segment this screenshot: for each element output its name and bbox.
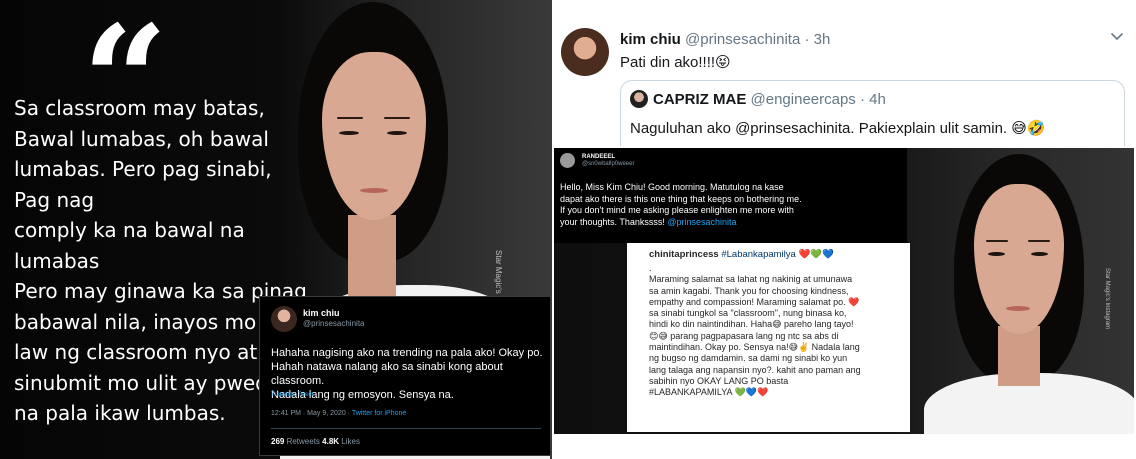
tweet-author-name[interactable]: kim chiu (620, 31, 681, 48)
tweet-author-handle: @prinsesachinita (303, 319, 365, 328)
quoted-tweet-header: CAPRIZ MAE @engineercaps · 4h (653, 91, 886, 108)
tweet-timestamp: 12:41 PM · May 9, 2020 · Twitter for iPh… (271, 410, 406, 417)
eye-right (387, 131, 407, 135)
dm-message: Hello, Miss Kim Chiu! Good morning. Matu… (560, 182, 900, 228)
divider (271, 428, 541, 429)
dm-mention: @prinsesachinita (667, 216, 737, 227)
avatar (630, 90, 648, 108)
translate-tweet-link: Translate Tweet (271, 392, 314, 398)
brow-left (337, 117, 363, 119)
tweet-time[interactable]: 3h (814, 31, 831, 48)
eye-left (339, 131, 359, 135)
tweet-stats: 269 Retweets 4.8K Likes (271, 437, 360, 446)
eye-right (1031, 252, 1048, 256)
heart-emojis: 💚💙❤️ (734, 387, 769, 398)
avatar (271, 306, 297, 332)
tweet-source: Twitter for iPhone (351, 410, 407, 417)
separator-dot: · (800, 31, 814, 48)
avatar (560, 153, 575, 168)
dm-sender-name: RANDEEEL (582, 154, 616, 160)
chevron-down-icon[interactable] (1110, 29, 1124, 43)
heart-emojis: ❤️💚💙 (798, 249, 834, 260)
likes-label: Likes (339, 437, 360, 446)
retweet-count: 269 (271, 437, 285, 446)
brow-right (1028, 240, 1050, 242)
like-count: 4.8K (322, 437, 340, 446)
instagram-username: chinitaprincess (649, 249, 719, 260)
tweet-text: Pati din ako!!!!😝 (620, 54, 731, 71)
separator-dot: · (855, 91, 870, 108)
instagram-caption-header: chinitaprincess #Labankapamilya ❤️💚💙 (649, 249, 834, 260)
instagram-caption-body: . Maraming salamat sa lahat ng nakinig a… (649, 263, 861, 398)
tweet-header: kim chiu @prinsesachinita · 3h (620, 31, 830, 49)
avatar[interactable] (561, 28, 609, 76)
eye-left (988, 252, 1005, 256)
quoted-tweet-text: Naguluhan ako @prinsesachinita. Pakiexpl… (630, 120, 1046, 137)
tweet-author-handle[interactable]: @prinsesachinita (685, 31, 800, 48)
dm-sender-handle: @sn0wballp0weeer (582, 161, 635, 167)
lips-shape (360, 188, 388, 193)
instagram-caption-screenshot: chinitaprincess #Labankapamilya ❤️💚💙 . M… (627, 243, 910, 432)
retweets-label: Retweets (284, 437, 323, 446)
instagram-caption-text: . Maraming salamat sa lahat ng nakinig a… (649, 263, 904, 399)
watermark: Star Magic's Instagram (1104, 268, 1110, 330)
quoted-tweet-time: 4h (869, 91, 886, 108)
brow-right (384, 117, 410, 119)
dm-screenshot: RANDEEEL @sn0wballp0weeer Hello, Miss Ki… (554, 148, 907, 243)
quoted-author-name: CAPRIZ MAE (653, 91, 747, 108)
quoted-tweet-image[interactable]: RANDEEEL @sn0wballp0weeer Hello, Miss Ki… (554, 148, 1134, 434)
tweet[interactable]: kim chiu @prinsesachinita · 3h Pati din … (552, 0, 1136, 459)
quoted-author-handle: @engineercaps (750, 91, 856, 108)
brow-left (986, 240, 1008, 242)
embedded-tweet-screenshot: kim chiu @prinsesachinita Hahaha nagisin… (259, 296, 551, 456)
neck-shape (998, 326, 1040, 386)
lips-shape (1006, 306, 1030, 311)
instagram-hashtag: #Labankapamilya (721, 249, 796, 260)
tweet-author-name: kim chiu (303, 308, 340, 318)
quoted-tweet[interactable]: CAPRIZ MAE @engineercaps · 4h Naguluhan … (620, 80, 1125, 146)
tweet-time: 12:41 PM · May 9, 2020 · (271, 410, 352, 417)
neck-shape (348, 215, 396, 300)
